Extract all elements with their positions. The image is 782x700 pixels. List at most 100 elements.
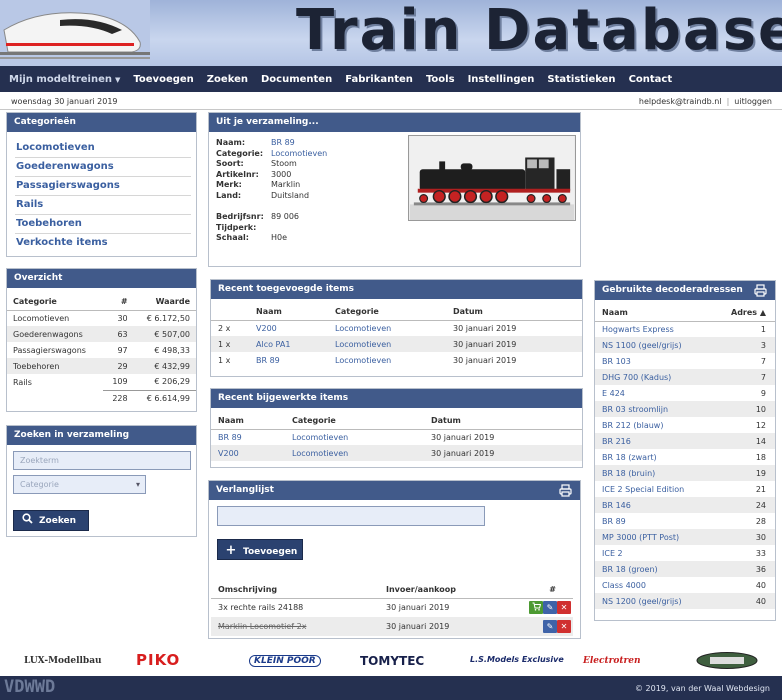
item-details: Naam: BR 89 Categorie: Locomotieven Soort:… [216,138,327,201]
item-link[interactable]: BR 89 [249,352,328,368]
total-count: 228 [102,389,134,406]
table-row: 3x rechte rails 24188 30 januari 2019 ✎ ✕ [211,598,573,617]
decoder-item-link[interactable]: DHG 700 (Kadus) [595,369,713,385]
category-goederenwagons[interactable]: Goederenwagons [15,158,191,177]
search-button[interactable]: Zoeken [13,510,89,531]
decoder-item-link[interactable]: BR 03 stroomlijn [595,401,713,417]
category-passagierswagons[interactable]: Passagierswagons [15,177,191,196]
menu-mijn-modeltreinen[interactable]: Mijn modeltreinen ▼ [9,74,120,85]
user-links: helpdesk@traindb.nl | uitloggen [639,97,772,106]
table-row: MP 3000 (PTT Post) 30 [595,529,775,545]
close-icon[interactable]: ✕ [557,601,571,615]
decoder-item-link[interactable]: BR 18 (groen) [595,561,713,577]
detail-value: 3000 [271,169,292,179]
item-link[interactable]: V200 [249,320,328,336]
decoder-item-link[interactable]: Class 4000 [595,577,713,593]
wishlist-input[interactable] [217,506,485,526]
decoder-item-link[interactable]: BR 18 (bruin) [595,465,713,481]
detail-row: Tijdperk: [216,223,299,234]
brand-ls-models-logo[interactable]: L.S.Models Exclusive [470,655,564,664]
button-label: Zoeken [39,516,77,526]
table-row: DHG 700 (Kadus) 7 [595,369,775,385]
menu-statistieken[interactable]: Statistieken [547,74,615,85]
menu-tools[interactable]: Tools [426,74,455,85]
table-row: 1 x Alco PA1 Locomotieven 30 januari 2019 [211,336,582,352]
category-toebehoren[interactable]: Toebehoren [15,215,191,234]
decoder-item-link[interactable]: BR 212 (blauw) [595,417,713,433]
decoder-item-link[interactable]: E 424 [595,385,713,401]
item-link[interactable]: V200 [211,445,285,461]
decoder-address: 19 [712,465,775,481]
item-category-link[interactable]: Locomotieven [271,149,327,158]
decoder-item-link[interactable]: ICE 2 Special Edition [595,481,713,497]
pencil-icon[interactable]: ✎ [543,620,557,633]
brand-kleinspoor-logo[interactable]: KLEIN POOR [249,655,321,667]
helpdesk-email-link[interactable]: helpdesk@traindb.nl [639,97,722,106]
cart-icon[interactable] [529,601,543,615]
vdwwd-logo[interactable]: VDWWD [4,677,55,697]
category-link[interactable]: Locomotieven [285,429,424,445]
panel-title: Uit je verzameling... [209,113,580,132]
table-row: BR 03 stroomlijn 10 [595,401,775,417]
pencil-icon[interactable]: ✎ [543,601,557,615]
decoder-item-link[interactable]: BR 89 [595,513,713,529]
chevron-down-icon: ▾ [135,480,140,489]
decoder-item-link[interactable]: NS 1200 (geel/grijs) [595,593,713,609]
category-link[interactable]: Locomotieven [328,336,446,352]
category-rails[interactable]: Rails [15,196,191,215]
category-select[interactable]: Categorie ▾ [13,475,146,494]
menu-fabrikanten[interactable]: Fabrikanten [345,74,413,85]
cell: 97 [117,345,128,355]
decoder-item-link[interactable]: Hogwarts Express [595,321,713,337]
add-wish-button[interactable]: + Toevoegen [217,539,303,560]
brand-oval-logo-icon[interactable] [696,652,758,669]
decoder-item-link[interactable]: BR 103 [595,353,713,369]
current-date: woensdag 30 januari 2019 [11,97,118,106]
detail-key: Naam: [216,138,246,147]
brand-tomytec-logo[interactable]: TOMYTEC [360,654,424,668]
print-icon[interactable] [559,484,572,497]
search-term-input[interactable]: Zoekterm [13,451,191,470]
recent-updated-table: Naam Categorie Datum BR 89 Locomotieven 30… [211,413,582,461]
decoder-item-link[interactable]: BR 216 [595,433,713,449]
item-link[interactable]: Alco PA1 [249,336,328,352]
column-header: Datum [446,304,582,321]
detail-key: Soort: [216,159,244,168]
item-link[interactable]: BR 89 [211,429,285,445]
detail-value: Duitsland [271,190,310,200]
category-verkochte-items[interactable]: Verkochte items [15,234,191,253]
menu-contact[interactable]: Contact [629,74,673,85]
decoder-item-link[interactable]: BR 146 [595,497,713,513]
detail-row: Naam: BR 89 [216,138,327,149]
column-header: Waarde [133,294,196,311]
category-link[interactable]: Locomotieven [328,320,446,336]
decoder-item-link[interactable]: NS 1100 (geel/grijs) [595,337,713,353]
logout-link[interactable]: uitloggen [734,97,772,106]
brand-piko-logo[interactable]: PIKO [136,651,180,669]
category-locomotieven[interactable]: Locomotieven [15,139,191,158]
locomotive-photo[interactable] [408,135,576,221]
menu-zoeken[interactable]: Zoeken [207,74,248,85]
decoder-item-link[interactable]: MP 3000 (PTT Post) [595,529,713,545]
sort-header-adres[interactable]: Adres ▲ [712,305,775,322]
cell: 1 x [218,355,231,365]
menu-toevoegen[interactable]: Toevoegen [133,74,193,85]
column-header: Naam [595,305,713,322]
category-link[interactable]: Locomotieven [328,352,446,368]
category-link[interactable]: Locomotieven [285,445,424,461]
item-name-link[interactable]: BR 89 [271,138,295,147]
cell: 3x rechte rails 24188 [218,603,304,613]
brand-lux-modellbau-logo[interactable]: LUX-Modellbau [24,656,102,666]
decoder-item-link[interactable]: ICE 2 [595,545,713,561]
train-logo-icon[interactable] [0,0,150,66]
column-header: Naam [249,304,328,321]
cell [7,390,103,406]
overview-panel: Overzicht Categorie # Waarde Locomotieve… [6,268,197,412]
decoder-item-link[interactable]: BR 18 (zwart) [595,449,713,465]
decoder-address: 24 [712,497,775,513]
close-icon[interactable]: ✕ [557,620,571,633]
print-icon[interactable] [754,284,767,297]
brand-electrotren-logo[interactable]: Electrotren [583,656,641,666]
menu-documenten[interactable]: Documenten [261,74,332,85]
menu-instellingen[interactable]: Instellingen [468,74,535,85]
